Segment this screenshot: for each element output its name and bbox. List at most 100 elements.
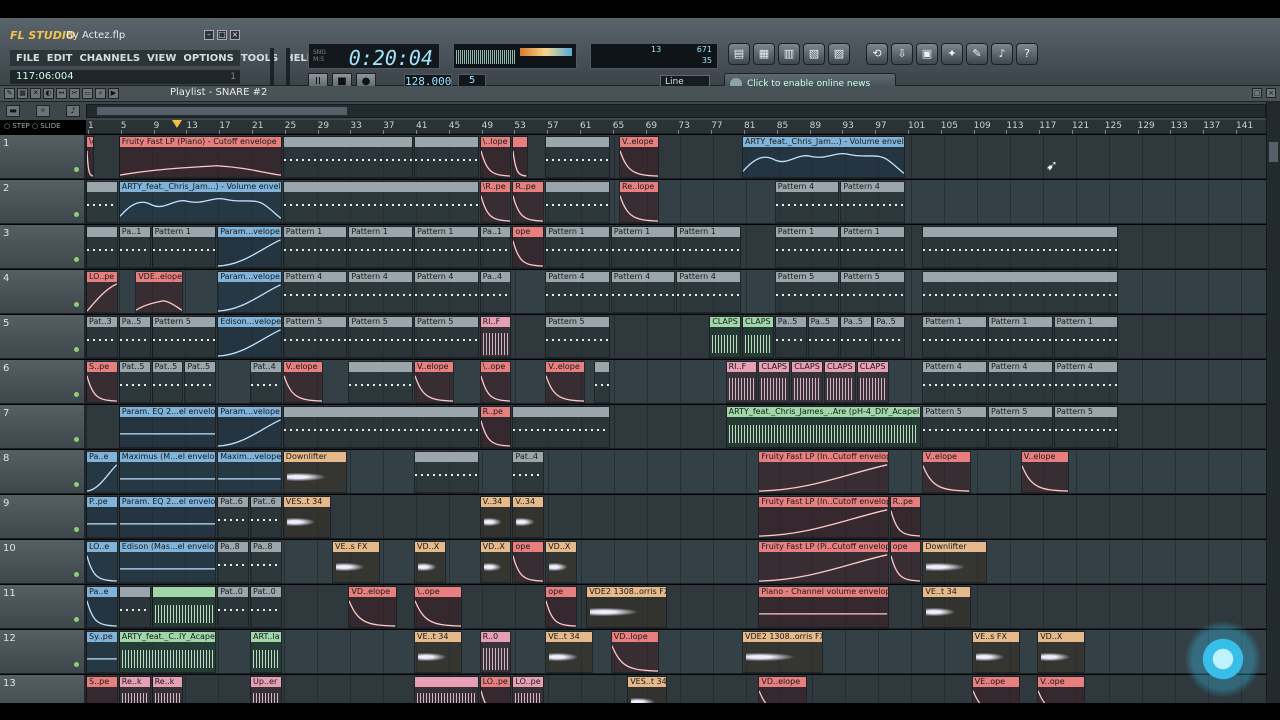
playlist-clip[interactable]: [545, 181, 610, 223]
playlist-clip[interactable]: [545, 136, 610, 178]
playlist-clip[interactable]: Pattern 1: [151, 226, 217, 268]
playlist-clip[interactable]: [594, 361, 610, 403]
playlist-clip[interactable]: Fruity Fast LP (In..Cutoff envelope: [758, 496, 889, 538]
playlist-clip[interactable]: ARTY_feat._Chris_Jam...) - Volume envelo…: [742, 136, 905, 178]
playlist-icon[interactable]: ▤: [728, 43, 750, 65]
playlist-clip[interactable]: Pattern 5: [414, 316, 479, 358]
playlist-clip[interactable]: LO..e: [86, 541, 118, 583]
playlist-clip[interactable]: Re..lope: [619, 181, 659, 223]
track-mute-led[interactable]: [74, 392, 79, 397]
note-icon[interactable]: ♪: [66, 105, 80, 117]
playlist-clip[interactable]: Pattern 4: [282, 271, 348, 313]
help-icon[interactable]: ?: [1016, 43, 1038, 65]
track-lane[interactable]: Pat..3 Pa..5 Pattern 5 Edison...velope Patte…: [86, 315, 1266, 359]
playlist-close-icon[interactable]: ×: [1266, 88, 1276, 98]
playlist-clip[interactable]: Pa..5: [873, 316, 905, 358]
playlist-clip[interactable]: Pattern 1: [676, 226, 741, 268]
playlist-clip[interactable]: VDE..elope: [135, 271, 184, 313]
playlist-clip[interactable]: [512, 136, 528, 178]
playlist-clip[interactable]: LO..pe: [86, 271, 118, 313]
wrench-icon[interactable]: ✎: [966, 43, 988, 65]
playlist-clip[interactable]: ope: [512, 541, 545, 583]
track-lane[interactable]: Sy..pe ARTY_feat._C..IY_Acapella ART..la VE…: [86, 630, 1266, 674]
playlist-clip[interactable]: Pattern 5: [348, 316, 413, 358]
track-lane[interactable]: Param. EQ 2...el envelope Param...velope R…: [86, 405, 1266, 449]
playlist-clip[interactable]: Pat..3: [86, 316, 118, 358]
menu-view[interactable]: VIEW: [147, 53, 176, 64]
playlist-clip[interactable]: RI..F: [479, 316, 512, 358]
paint-tool-icon[interactable]: ▦: [17, 88, 28, 99]
playlist-clip[interactable]: Pattern 4: [774, 181, 840, 223]
undo-icon[interactable]: ⟲: [866, 43, 888, 65]
track-mute-led[interactable]: [74, 437, 79, 442]
horizontal-scroll-thumb[interactable]: [97, 107, 347, 115]
playlist-clip[interactable]: R..0: [479, 631, 512, 673]
menu-edit[interactable]: EDIT: [47, 53, 73, 64]
playlist-clip[interactable]: Fruity Fast LP (In..Cutoff envelope: [758, 451, 889, 493]
playlist-clip[interactable]: Pat..6: [250, 496, 282, 538]
playlist-clip[interactable]: Pattern 1: [840, 226, 905, 268]
slip-tool-icon[interactable]: ↔: [56, 88, 67, 99]
playlist-clip[interactable]: Param. EQ 2...el envelope: [118, 496, 217, 538]
render-icon[interactable]: ⇩: [891, 43, 913, 65]
playlist-clip[interactable]: Fruity Fast LP (Pi..Cutoff envelope: [758, 541, 889, 583]
playlist-clip[interactable]: \ope: [86, 136, 94, 178]
playlist-clip[interactable]: Param...velope: [217, 271, 282, 313]
playlist-clip[interactable]: Pattern 5: [282, 316, 348, 358]
timeline-ruler[interactable]: 1 5 9 13 17 21 25 29 33 37 41 45 49 53 57 61 65 69 73 77 81 8…: [86, 120, 1266, 134]
playlist-clip[interactable]: Pa..1: [479, 226, 512, 268]
playlist-clip[interactable]: S..pe: [86, 361, 118, 403]
track-mute-led[interactable]: [74, 482, 79, 487]
track-lane[interactable]: Pa..1 Pattern 1 Param...velope Pattern 1 Pat…: [86, 225, 1266, 269]
playlist-clip[interactable]: Pattern 4: [1053, 361, 1119, 403]
playlist-clip[interactable]: VDE2 1308..orris FX: [586, 586, 668, 628]
playlist-clip[interactable]: \..ope: [479, 361, 512, 403]
playlist-clip[interactable]: R..pe: [889, 496, 922, 538]
track-header[interactable]: 8: [0, 450, 86, 494]
track-lane[interactable]: P..pe Param. EQ 2...el envelope Pat..6 Pat.…: [86, 495, 1266, 539]
playlist-clip[interactable]: Pat..0: [217, 586, 249, 628]
playlist-clip[interactable]: Pattern 1: [282, 226, 348, 268]
playlist-clip[interactable]: Pattern 5: [922, 406, 987, 448]
playlist-clip[interactable]: Param...velope: [217, 406, 282, 448]
play-tool-icon[interactable]: ▶: [108, 88, 119, 99]
track-mute-led[interactable]: [74, 662, 79, 667]
playlist-clip[interactable]: ope: [512, 226, 545, 268]
track-lane[interactable]: Pa..e Pat..0 Pat..0 VD..elope \..ope ope VDE2 …: [86, 585, 1266, 629]
draw-tool-icon[interactable]: ✎: [4, 88, 15, 99]
playlist-clip[interactable]: V..elope: [545, 361, 586, 403]
playlist-clip[interactable]: VD..elope: [348, 586, 397, 628]
playlist-clip[interactable]: CLAPS: [758, 361, 791, 403]
track-header[interactable]: 2: [0, 180, 86, 224]
playlist-clip[interactable]: Pattern 1: [988, 316, 1053, 358]
slide-label[interactable]: SLIDE: [40, 122, 60, 130]
playlist-clip[interactable]: Pattern 1: [348, 226, 413, 268]
playlist-clip[interactable]: Pattern 4: [840, 181, 905, 223]
playlist-clip[interactable]: [348, 361, 413, 403]
playlist-clip[interactable]: [414, 136, 479, 178]
playlist-clip[interactable]: Pattern 5: [1053, 406, 1119, 448]
track-header[interactable]: 4: [0, 270, 86, 314]
playlist-clip[interactable]: Pattern 4: [922, 361, 987, 403]
playlist-clip[interactable]: Pa..1: [118, 226, 151, 268]
playlist-clip[interactable]: V..34: [479, 496, 512, 538]
playlist-clip[interactable]: VE..t 34: [545, 631, 594, 673]
playlist-clip[interactable]: ART..la: [250, 631, 282, 673]
playlist-clip[interactable]: VD..X: [1037, 631, 1086, 673]
playlist-clip[interactable]: VES..t 34: [282, 496, 331, 538]
playlist-clip[interactable]: Sy..pe: [86, 631, 118, 673]
playlist-clip[interactable]: ope: [545, 586, 577, 628]
playlist-clip[interactable]: [282, 136, 413, 178]
playlist-clip[interactable]: V..34: [512, 496, 545, 538]
track-mute-led[interactable]: [74, 572, 79, 577]
detach-icon[interactable]: □: [1252, 88, 1262, 98]
track-header[interactable]: 9: [0, 495, 86, 539]
playlist-clip[interactable]: VE..t 34: [414, 631, 463, 673]
playlist-clip[interactable]: Pat..0: [250, 586, 282, 628]
playlist-clip[interactable]: Pattern 4: [545, 271, 610, 313]
track-lane[interactable]: Pa..e Maximus (M...el envelope Maxim...vel…: [86, 450, 1266, 494]
playlist-clip[interactable]: [86, 181, 118, 223]
playlist-clip[interactable]: CLAPS: [824, 361, 856, 403]
playlist-clip[interactable]: VD..lope: [610, 631, 659, 673]
playlist-clip[interactable]: Pattern 1: [610, 226, 676, 268]
